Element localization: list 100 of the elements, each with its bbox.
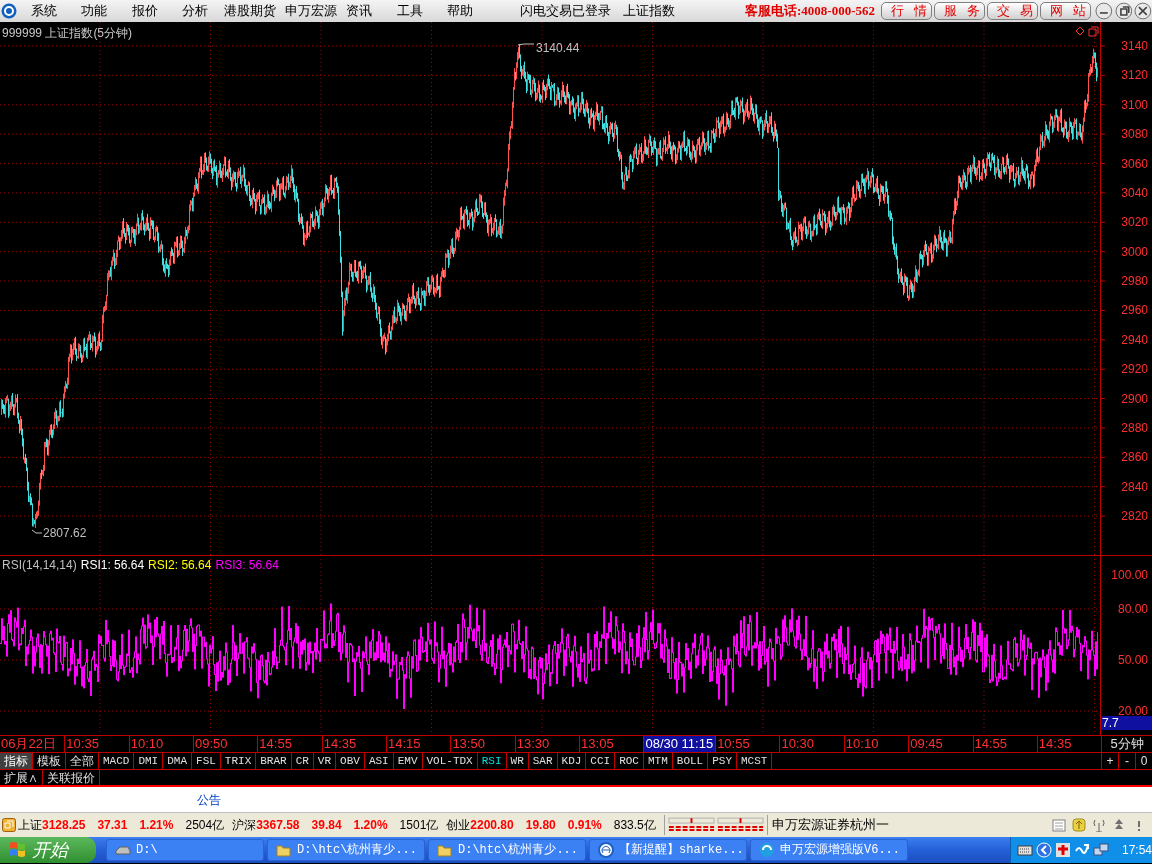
axis-label: 2860	[1121, 450, 1148, 465]
close-icon[interactable]	[1134, 1, 1152, 21]
axis-label: 3100	[1121, 97, 1148, 112]
taskbar-button[interactable]: D:\htc\杭州青少...	[267, 839, 425, 861]
indicator-tab[interactable]: KDJ	[557, 753, 587, 769]
indicator-tab[interactable]: CCI	[586, 753, 616, 769]
menu-item[interactable]: 功能	[77, 1, 128, 21]
time-label: 10:10	[128, 736, 193, 752]
axis-label: 2940	[1121, 332, 1148, 347]
indicator-tab[interactable]: SAR	[528, 753, 558, 769]
indicator-tab[interactable]: VOL-TDX	[422, 753, 478, 769]
time-label: 13:30	[514, 736, 580, 752]
axis-label: 2960	[1121, 303, 1148, 318]
menu-item[interactable]: 申万宏源	[281, 1, 343, 21]
restore-icon[interactable]	[1114, 1, 1133, 21]
axis-label: 2840	[1121, 479, 1148, 494]
quick-link-button[interactable]: 服务	[934, 2, 985, 20]
index-change: 39.84	[311, 817, 342, 834]
app-logo-icon	[1, 3, 17, 19]
coin-icon[interactable]	[1072, 818, 1086, 832]
axis-label: 3040	[1121, 185, 1148, 200]
menu-item[interactable]: 报价	[127, 1, 179, 21]
index-change: 19.80	[525, 817, 556, 834]
antenna-icon[interactable]	[1092, 818, 1106, 832]
axis-label: 3020	[1121, 215, 1148, 230]
time-label: 06月22日	[0, 736, 57, 752]
indicator-tab[interactable]: MTM	[644, 753, 673, 769]
notice-link[interactable]: 公告	[197, 790, 221, 809]
minimize-icon[interactable]	[1095, 1, 1113, 21]
menu-item[interactable]: 系统	[27, 1, 78, 21]
indicator-tab[interactable]: DMI	[134, 753, 164, 769]
quick-link-button[interactable]: 交易	[987, 2, 1038, 20]
menu-item[interactable]: 港股期货	[219, 1, 282, 21]
axis-label: 3000	[1121, 244, 1148, 259]
window-icon	[1088, 26, 1099, 37]
legend-text: RSI1: 56.64	[80, 557, 145, 574]
time-label: 09:45	[908, 736, 973, 752]
indicator-tab[interactable]: CR	[291, 753, 314, 769]
indicator-tab[interactable]: TRIX	[220, 753, 257, 769]
indicator-tab[interactable]: MACD	[99, 753, 135, 769]
indicator-tab[interactable]: EMV	[393, 753, 423, 769]
windows-flag-icon	[8, 841, 28, 859]
menu-item[interactable]: 分析	[178, 1, 220, 21]
indicator-tab[interactable]: OBV	[336, 753, 365, 769]
indicator-tab[interactable]: BRAR	[256, 753, 292, 769]
menu-item[interactable]: 资讯	[342, 1, 393, 21]
taskbar-button[interactable]: 【新提醒】sharke...	[589, 839, 747, 861]
high-price-label: 3140.44	[536, 41, 580, 55]
indicator-tab[interactable]: 指标	[0, 753, 33, 769]
hotline-text: 客服电话:4008-000-562	[745, 2, 875, 21]
taskbar-button[interactable]: D:\	[106, 839, 264, 861]
index-volume: 2504亿	[185, 817, 225, 834]
index-percent: 0.91%	[567, 817, 602, 834]
zoom-button[interactable]: +	[1101, 753, 1118, 769]
extra-tab[interactable]: 关联报价	[43, 770, 100, 785]
index-percent: 1.21%	[139, 817, 174, 834]
indicator-tab[interactable]: 全部	[66, 753, 99, 769]
cross-icon[interactable]	[1055, 842, 1071, 858]
arrows-up-icon[interactable]	[1112, 818, 1126, 832]
indicator-tab[interactable]: MCST	[737, 753, 773, 769]
quick-link-button[interactable]: 行情	[881, 2, 932, 20]
index-name: 上证	[18, 817, 42, 834]
axis-label: 50.00	[1117, 653, 1148, 667]
indicator-tab[interactable]: BOLL	[672, 753, 709, 769]
index-value: 3128.25	[42, 817, 86, 834]
axis-label: 2880	[1121, 420, 1148, 435]
time-label: 09:50	[193, 736, 258, 752]
axis-label: 100.00	[1111, 568, 1148, 582]
indicator-tab[interactable]: FSL	[192, 753, 221, 769]
index-volume: 833.5亿	[613, 817, 656, 834]
menu-item[interactable]: 工具	[392, 1, 443, 21]
browser-icon	[598, 842, 614, 858]
quick-link-button[interactable]: 网站	[1040, 2, 1091, 20]
time-label: 10:35	[64, 736, 129, 752]
chevron-left-icon[interactable]	[1036, 842, 1052, 858]
zoom-button[interactable]: -	[1118, 753, 1135, 769]
zoom-button[interactable]: 0	[1135, 753, 1152, 769]
window-icon	[2, 818, 16, 832]
taskbar-button[interactable]: 申万宏源增强版V6...	[750, 839, 908, 861]
extra-tab[interactable]: 扩展∧	[0, 770, 43, 785]
indicator-tab[interactable]: DMA	[163, 753, 193, 769]
menu-item[interactable]: 帮助	[443, 1, 494, 21]
indicator-tab[interactable]: ROC	[615, 753, 644, 769]
indicator-tab[interactable]: ASI	[364, 753, 394, 769]
indicator-tab[interactable]: VR	[313, 753, 337, 769]
indicator-tab[interactable]: RSI	[477, 753, 507, 769]
notepad-icon[interactable]	[1052, 818, 1066, 832]
time-label: 14:55	[972, 736, 1037, 752]
index-value: 2200.80	[470, 817, 514, 834]
keyboard-icon[interactable]	[1017, 842, 1033, 858]
leader-line	[517, 43, 535, 46]
indicator-tab[interactable]: WR	[506, 753, 529, 769]
index-change: 37.31	[97, 817, 128, 834]
network-icon[interactable]	[1093, 842, 1109, 858]
diamond-icon	[1075, 26, 1085, 36]
time-label: 10:55	[715, 736, 780, 752]
indicator-tab[interactable]: 模板	[33, 753, 66, 769]
taskbar-button[interactable]: D:\htc\杭州青少...	[428, 839, 586, 861]
folder-icon	[276, 842, 292, 858]
indicator-tab[interactable]: PSY	[708, 753, 737, 769]
